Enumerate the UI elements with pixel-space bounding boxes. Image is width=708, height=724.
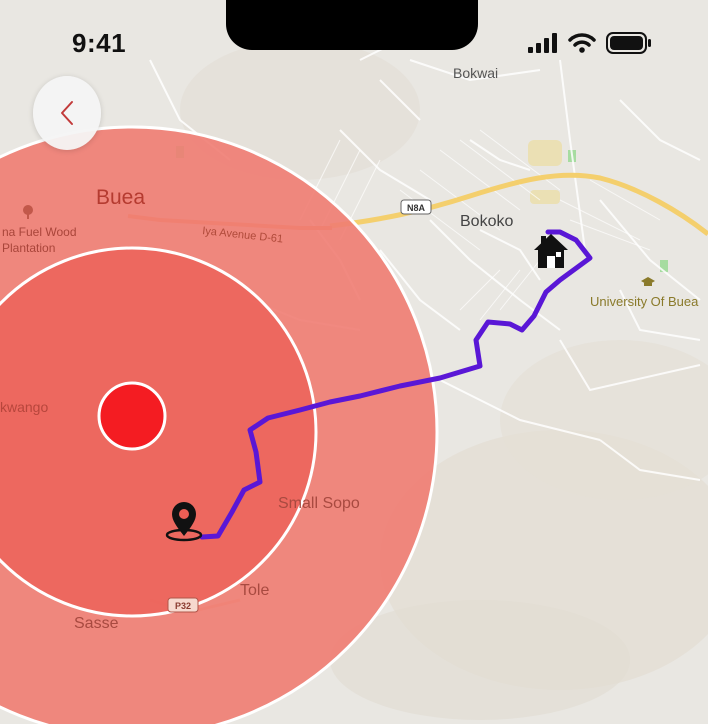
- map-screen: Bokwai Buea Bokoko na Fuel Wood Plantati…: [0, 0, 708, 724]
- wifi-icon: [568, 33, 596, 53]
- shield-n8a: N8A: [400, 199, 432, 215]
- house-icon[interactable]: [534, 234, 568, 268]
- svg-text:P32: P32: [175, 601, 191, 611]
- shield-p32: P32: [167, 597, 199, 613]
- label-sasse: Sasse: [74, 615, 119, 632]
- map-view[interactable]: Bokwai Buea Bokoko na Fuel Wood Plantati…: [0, 0, 708, 724]
- label-tole: Tole: [240, 582, 269, 599]
- university-icon: [641, 277, 655, 286]
- campus-area: [528, 140, 562, 166]
- back-button[interactable]: [33, 76, 101, 150]
- label-plantation: Plantation: [2, 241, 55, 255]
- signal-icon: [528, 33, 557, 53]
- zone-center: [97, 381, 167, 451]
- status-icons: [528, 32, 652, 54]
- label-bokwai: Bokwai: [453, 65, 498, 81]
- chevron-left-icon: [61, 101, 73, 125]
- svg-text:N8A: N8A: [407, 203, 426, 213]
- label-fuel-wood: na Fuel Wood: [2, 225, 77, 239]
- device-notch: [226, 0, 478, 50]
- highway-n8a: [329, 172, 708, 236]
- label-kwango: kwango: [0, 399, 48, 415]
- battery-icon: [606, 32, 651, 54]
- label-university: University Of Buea: [590, 294, 699, 309]
- label-buea: Buea: [96, 186, 145, 209]
- label-small-sopo: Small Sopo: [278, 495, 360, 512]
- label-bokoko: Bokoko: [460, 213, 513, 230]
- status-time: 9:41: [72, 28, 127, 58]
